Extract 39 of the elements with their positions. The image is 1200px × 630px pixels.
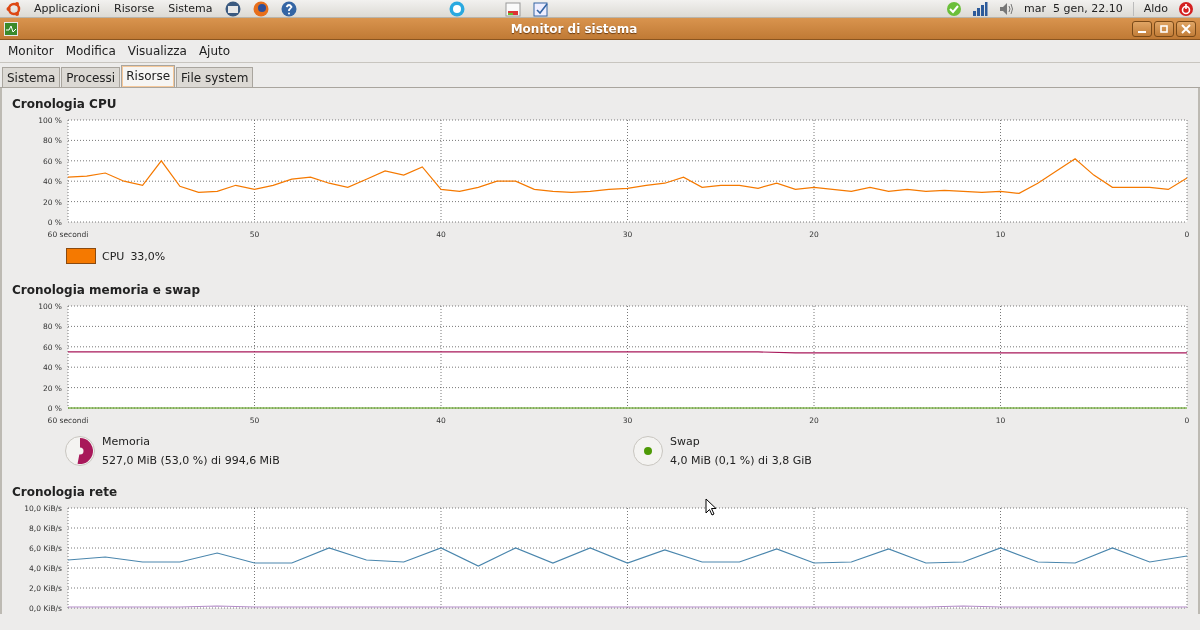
cursor-icon [705,498,717,516]
window-title: Monitor di sistema [509,21,639,36]
tab[interactable]: Processi [61,67,121,87]
signal-icon[interactable] [972,0,988,17]
legend-value: 33,0% [130,249,166,263]
tab[interactable]: Risorse [121,65,176,87]
close-button[interactable] [1176,20,1196,37]
menu-item[interactable]: Monitor [2,42,60,60]
minimize-icon [1138,30,1146,33]
close-icon [1181,23,1191,34]
section-title: Cronologia CPU [11,96,118,112]
legend-value: 527,0 MiB (53,0 %) di 994,6 MiB [102,454,280,467]
legend-label: CPU [102,249,125,263]
power-icon[interactable] [1178,0,1194,17]
menu-item[interactable]: Modifica [59,42,122,60]
monitor-icon [4,21,18,36]
dot-icon [632,435,664,467]
legend-label: Swap [670,435,701,448]
legend-label: Memoria [102,435,152,448]
section-title: Cronologia rete [11,484,119,500]
tab[interactable]: File system [176,67,254,87]
user-name[interactable]: Aldo [1143,2,1168,15]
panel-menu[interactable]: Sistema [166,2,215,15]
check-icon[interactable] [946,0,962,17]
minimize-button[interactable] [1132,20,1152,37]
clock[interactable]: mar 5 gen, 22.10 [1024,2,1123,15]
chart-icon[interactable] [504,0,523,17]
panel-menu[interactable]: Risorse [112,2,157,15]
menu-item[interactable]: Visualizza [121,42,193,60]
notepad-icon[interactable] [532,0,551,17]
maximize-icon [1159,23,1169,34]
section-title: Cronologia memoria e swap [11,282,202,298]
logo-icon[interactable] [6,0,22,17]
legend-value: 4,0 MiB (0,1 %) di 3,8 GiB [670,454,812,467]
help-icon[interactable] [280,0,299,17]
maximize-button[interactable] [1154,20,1174,37]
tab[interactable]: Sistema [2,67,61,87]
panel-menu[interactable]: Applicazioni [32,2,102,15]
menu-item[interactable]: Ajuto [192,42,237,60]
